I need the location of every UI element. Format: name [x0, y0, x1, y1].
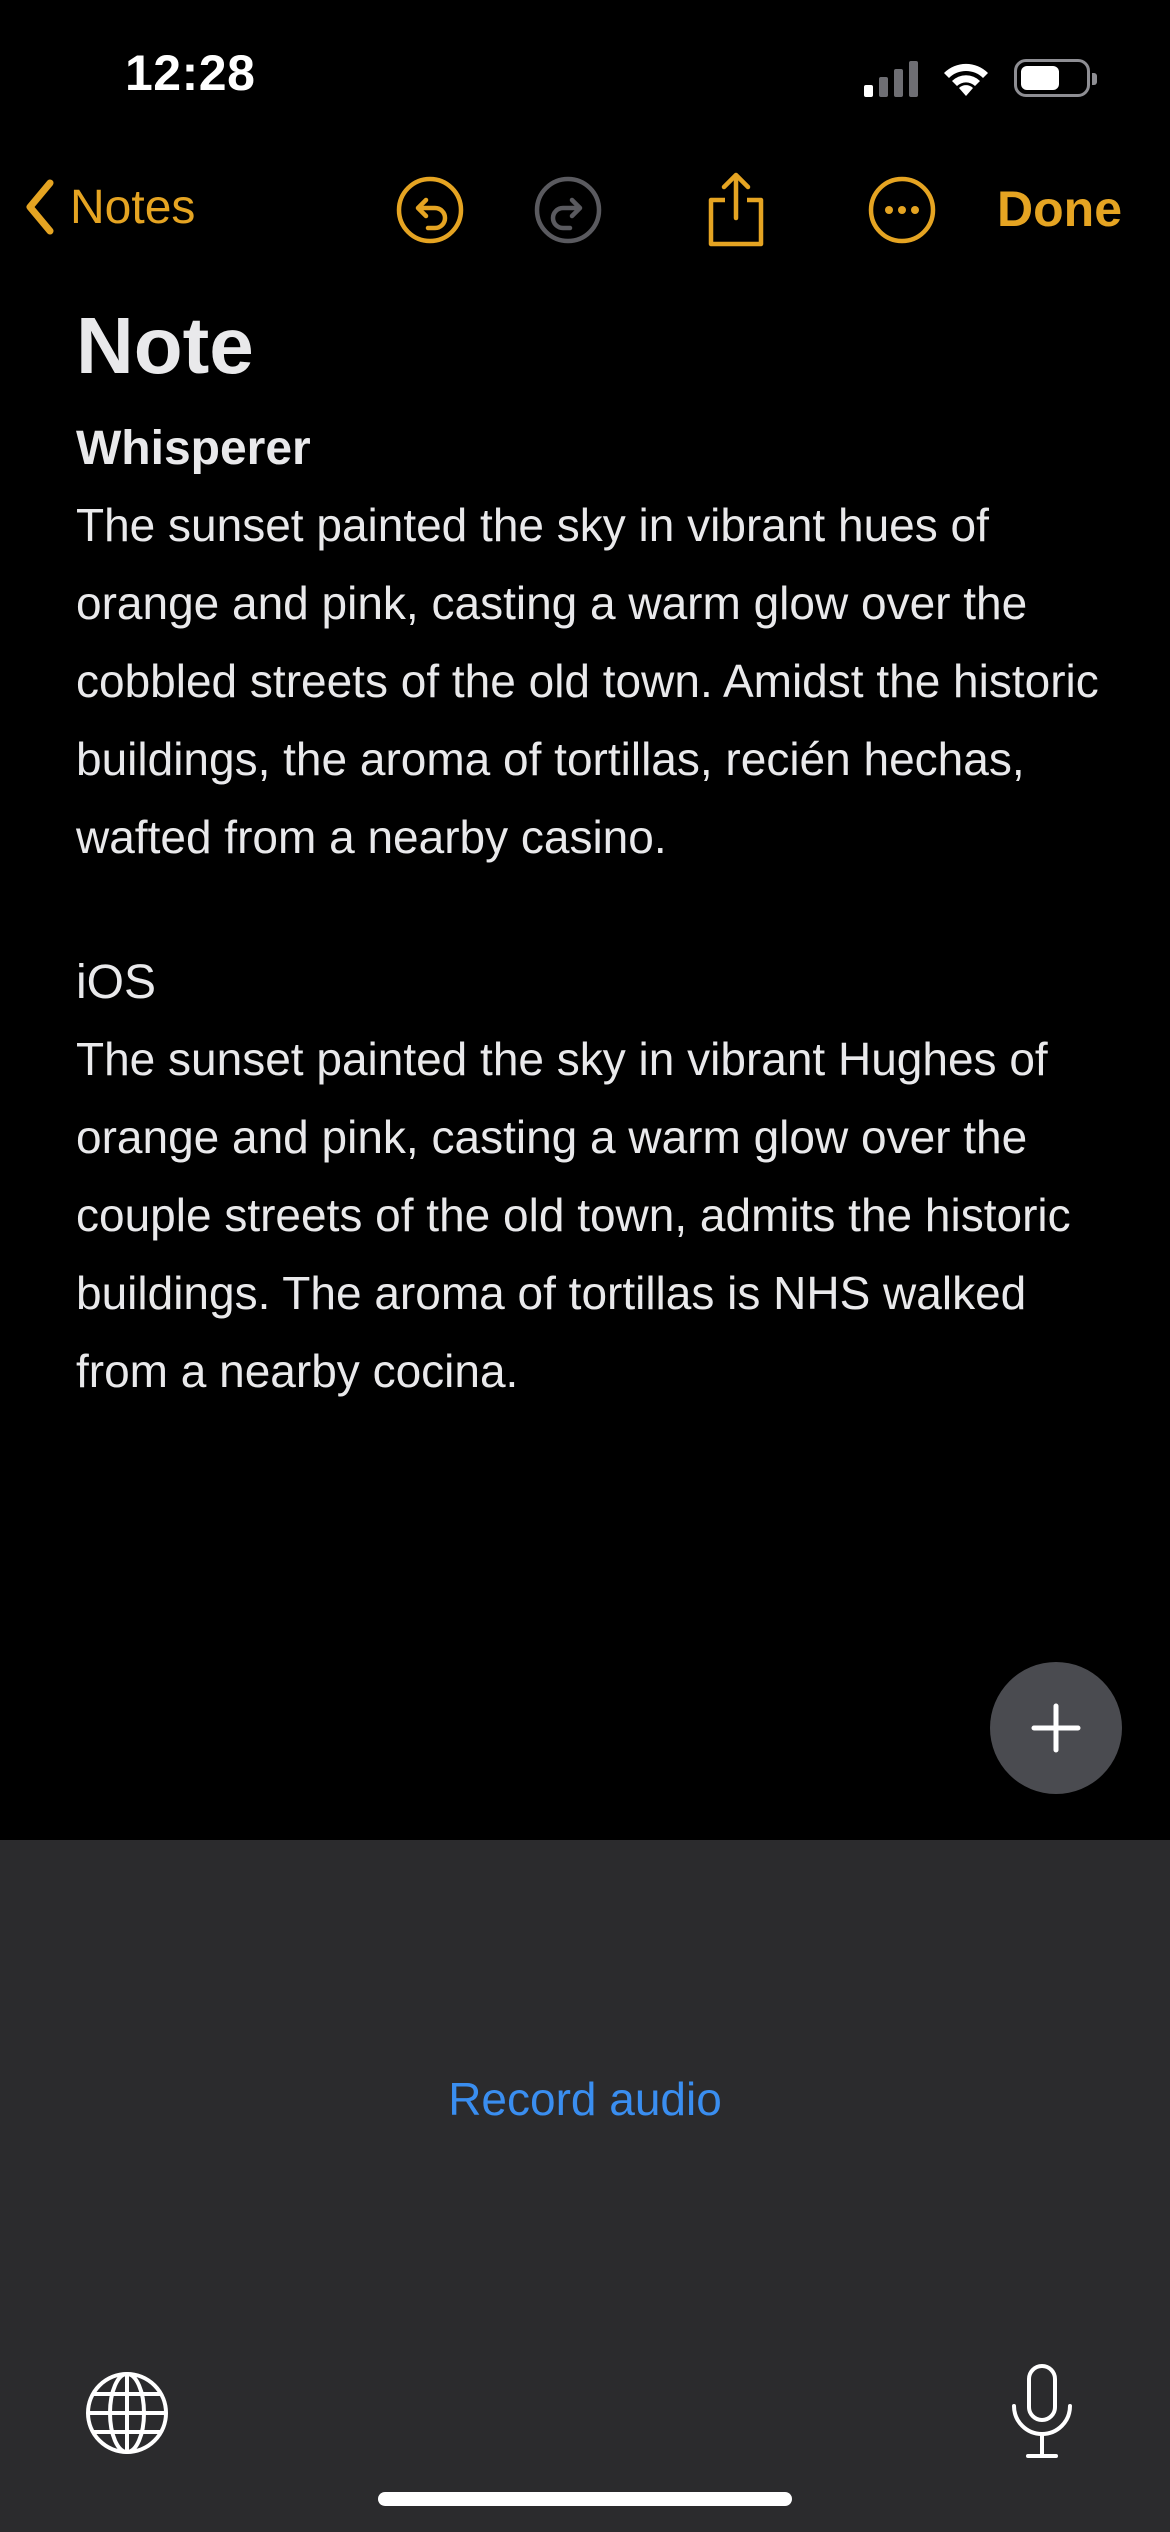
microphone-button[interactable] [1002, 2362, 1082, 2462]
ellipsis-circle-icon [868, 176, 936, 244]
status-icons [864, 54, 1097, 102]
redo-icon [534, 176, 602, 244]
plus-icon [1031, 1703, 1081, 1753]
back-button-label: Notes [70, 180, 196, 234]
globe-button[interactable] [82, 2368, 172, 2458]
section-heading: iOS [76, 956, 157, 1009]
home-indicator[interactable] [378, 2492, 792, 2506]
done-button[interactable]: Done [997, 174, 1122, 244]
share-icon [708, 172, 764, 247]
status-bar: 12:28 [0, 0, 1170, 150]
wifi-icon [944, 63, 988, 96]
redo-button[interactable] [530, 172, 606, 248]
navigation-bar: Notes Done [0, 160, 1170, 260]
note-paragraph: The sunset painted the sky in vibrant Hu… [76, 1033, 1071, 1397]
chevron-left-icon [26, 179, 54, 235]
dictation-panel: Record audio [0, 1840, 1170, 2532]
note-paragraph: The sunset painted the sky in vibrant hu… [76, 499, 1099, 863]
section-heading: Whisperer [76, 422, 311, 475]
more-options-button[interactable] [864, 172, 940, 248]
status-time: 12:28 [125, 45, 256, 101]
undo-button[interactable] [392, 172, 468, 248]
note-title: Note [76, 301, 254, 390]
record-audio-button[interactable]: Record audio [0, 2072, 1170, 2126]
share-button[interactable] [698, 172, 774, 248]
globe-icon [86, 2372, 168, 2454]
add-attachment-button[interactable] [990, 1662, 1122, 1794]
microphone-icon [1012, 2364, 1072, 2458]
note-content[interactable]: Note Whisperer The sunset painted the sk… [76, 300, 1116, 1410]
battery-icon [1014, 59, 1097, 97]
cellular-signal-icon [864, 59, 918, 97]
undo-icon [396, 176, 464, 244]
back-button[interactable]: Notes [24, 172, 195, 242]
